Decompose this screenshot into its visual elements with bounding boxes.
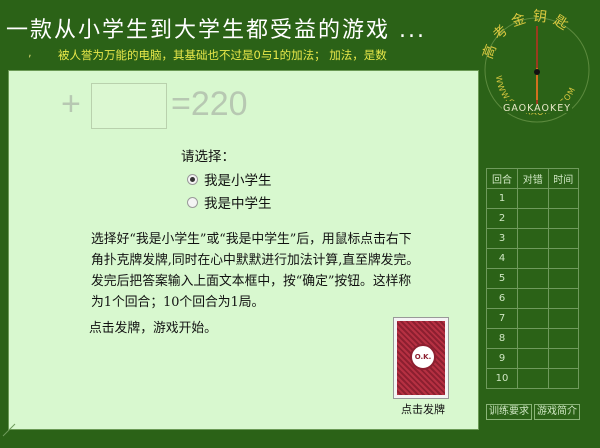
time-cell	[547, 248, 579, 269]
clock-center	[534, 69, 540, 75]
time-cell	[547, 188, 579, 209]
equation-result: =220	[171, 85, 248, 123]
card-logo: O.K.	[410, 344, 436, 370]
round-number: 3	[486, 228, 518, 249]
radio-primary[interactable]	[187, 173, 198, 185]
marquee-ticker: , 被人誉为万能的电脑，其基础也不过是0与1的加法； 加法，是数	[28, 45, 387, 63]
round-number: 9	[486, 348, 518, 369]
score-row: 9	[486, 348, 579, 369]
score-row: 5	[486, 268, 579, 289]
plus-sign: +	[61, 85, 81, 123]
time-cell	[547, 328, 579, 349]
score-row: 8	[486, 328, 579, 349]
round-number: 7	[486, 308, 518, 329]
score-row: 4	[486, 248, 579, 269]
correct-cell	[517, 288, 549, 309]
instructions-paragraph: 选择好“我是小学生”或“我是中学生”后，用鼠标点击右下角扑克牌发牌,同时在心中默…	[91, 232, 420, 310]
time-cell	[547, 368, 579, 389]
game-panel: + =220 请选择： 我是小学生 我是中学生 选择好“我是小学生”或“我是中学…	[8, 70, 479, 430]
score-row: 1	[486, 188, 579, 209]
option-middle[interactable]: 我是中学生	[187, 192, 272, 212]
option-primary[interactable]: 我是小学生	[187, 169, 272, 189]
ticker-text: 被人誉为万能的电脑，其基础也不过是0与1的加法； 加法，是数	[58, 48, 387, 62]
deal-label[interactable]: 点击发牌	[401, 401, 445, 417]
answer-input[interactable]	[91, 83, 167, 129]
round-number: 10	[486, 368, 518, 389]
score-row: 7	[486, 308, 579, 329]
correct-cell	[517, 208, 549, 229]
round-number: 2	[486, 208, 518, 229]
correct-cell	[517, 188, 549, 209]
round-number: 5	[486, 268, 518, 289]
time-cell	[547, 208, 579, 229]
intro-button[interactable]: 游戏简介	[534, 404, 580, 420]
brand-mid-text: GAOKAOKEY	[503, 103, 571, 114]
header-correct: 对错	[517, 168, 549, 189]
correct-cell	[517, 228, 549, 249]
radio-middle[interactable]	[187, 196, 198, 208]
card-back: O.K.	[397, 321, 445, 395]
score-table: 回合 对错 时间 1 2 3 4 5 6 7 8 9 10	[486, 168, 579, 389]
score-row: 6	[486, 288, 579, 309]
score-header-row: 回合 对错 时间	[486, 168, 579, 189]
round-number: 4	[486, 248, 518, 269]
score-row: 2	[486, 208, 579, 229]
option-primary-label: 我是小学生	[204, 173, 272, 189]
time-cell	[547, 348, 579, 369]
round-number: 6	[486, 288, 518, 309]
round-number: 8	[486, 328, 518, 349]
deal-card[interactable]: O.K.	[393, 317, 449, 399]
resize-corner-icon	[2, 423, 16, 437]
score-row: 10	[486, 368, 579, 389]
correct-cell	[517, 268, 549, 289]
page-title: 一款从小学生到大学生都受益的游戏 ...	[6, 18, 426, 43]
start-hint: 点击发牌，游戏开始。	[89, 321, 217, 336]
correct-cell	[517, 308, 549, 329]
correct-cell	[517, 368, 549, 389]
score-row: 3	[486, 228, 579, 249]
ticker-dot: ,	[28, 45, 32, 59]
brand-clock-logo: 高考金钥匙 WWW.GAOKAOKEY.COM GAOKAOKEY	[479, 8, 590, 123]
time-cell	[547, 268, 579, 289]
requirements-button[interactable]: 训练要求	[486, 404, 532, 420]
time-cell	[547, 288, 579, 309]
correct-cell	[517, 348, 549, 369]
brand-top-text: 高考金钥匙	[479, 8, 576, 61]
option-middle-label: 我是中学生	[204, 196, 272, 212]
round-number: 1	[486, 188, 518, 209]
header-time: 时间	[547, 168, 579, 189]
time-cell	[547, 228, 579, 249]
correct-cell	[517, 248, 549, 269]
time-cell	[547, 308, 579, 329]
instructions-text: 选择好“我是小学生”或“我是中学生”后，用鼠标点击右下角扑克牌发牌,同时在心中默…	[91, 229, 423, 313]
correct-cell	[517, 328, 549, 349]
header-round: 回合	[486, 168, 518, 189]
choice-prompt: 请选择：	[181, 149, 235, 165]
